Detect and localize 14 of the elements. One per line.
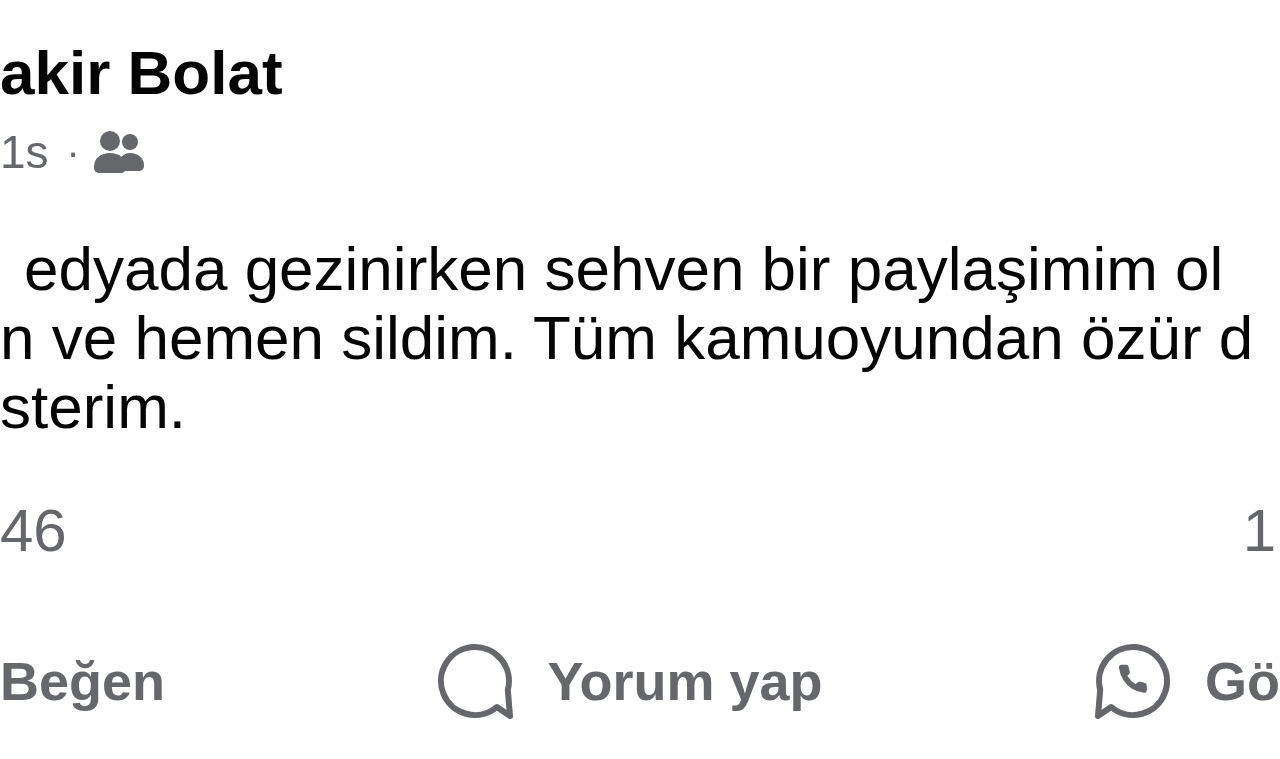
post-text-line: sterim. (0, 372, 187, 441)
author-name[interactable]: akir Bolat (0, 37, 1280, 109)
like-button[interactable]: Beğen (0, 641, 166, 721)
speech-bubble-icon (435, 641, 516, 721)
post-text-line: edyada gezinirken sehven bir paylaşimim ol (23, 234, 1225, 303)
comment-button[interactable]: Yorum yap (435, 641, 823, 721)
separator-dot: · (66, 129, 80, 176)
post-time[interactable]: 1s (0, 124, 49, 180)
phone-bubble-icon (1093, 641, 1173, 721)
reaction-count[interactable]: 46 (0, 495, 67, 567)
post-text-line: n ve hemen sildim. Tüm kamuoyundan özür d (0, 303, 1255, 372)
comment-count[interactable]: 1 (1242, 495, 1276, 567)
share-button[interactable]: Gö (1093, 641, 1280, 721)
people-icon (93, 131, 144, 173)
